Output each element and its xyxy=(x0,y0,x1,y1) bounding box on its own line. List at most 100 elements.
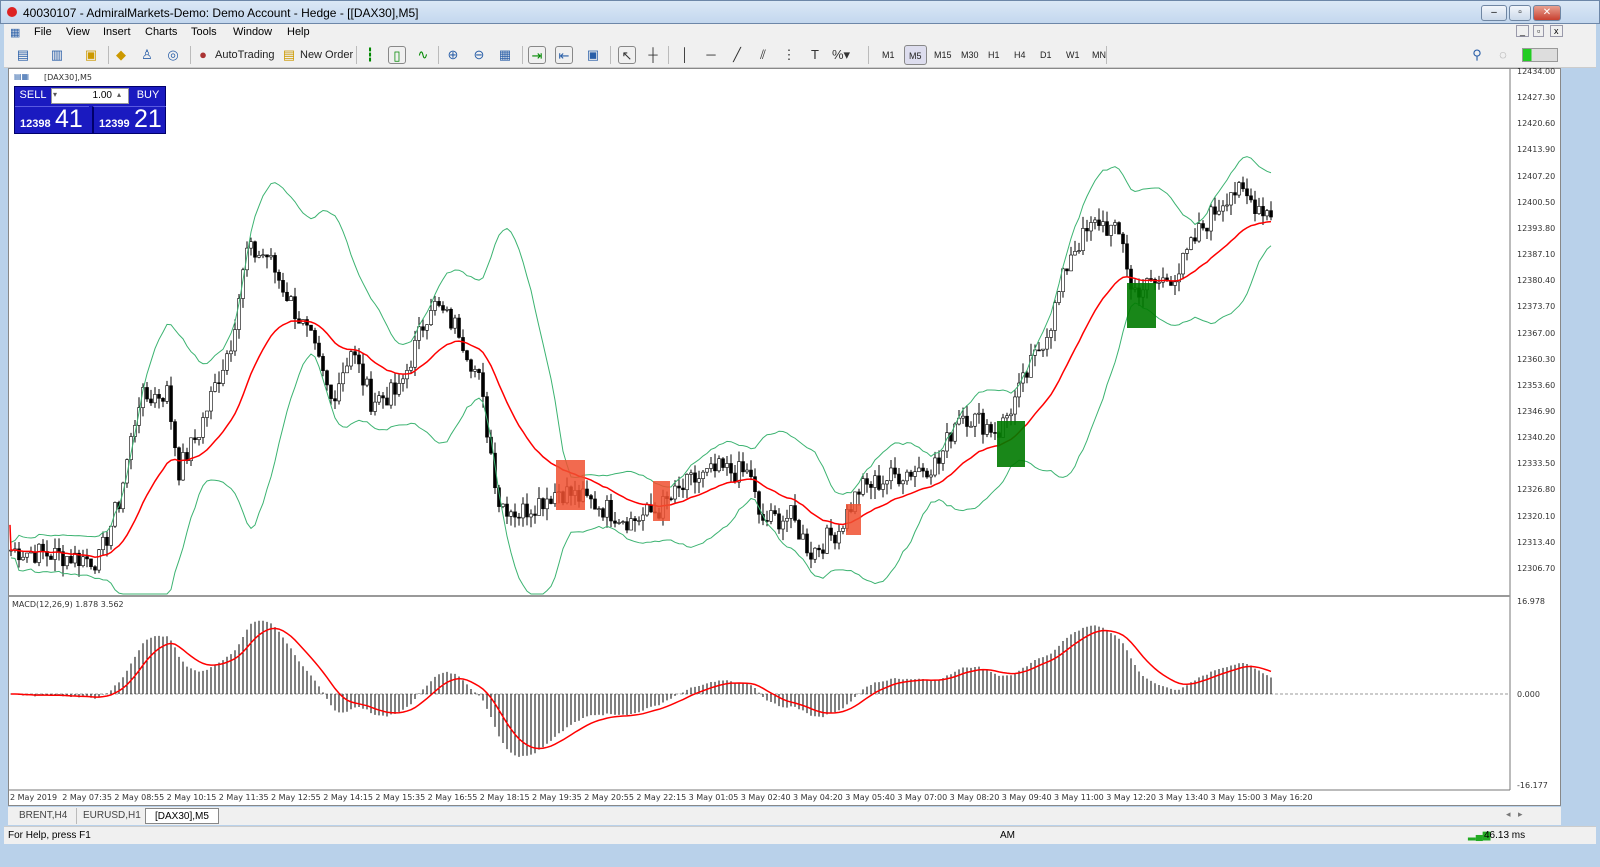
candle-body xyxy=(481,372,485,397)
time-axis-label: 2 May 15:35 xyxy=(375,793,426,802)
candle-body xyxy=(253,241,257,258)
candle-body xyxy=(549,498,553,504)
lot-increase-icon[interactable]: ▴ xyxy=(117,90,121,99)
candle-body xyxy=(1117,222,1121,235)
buy-zone-marker xyxy=(997,421,1025,467)
candle-body xyxy=(817,547,821,551)
price-axis-label: 12340.20 xyxy=(1517,433,1556,443)
candle-body xyxy=(329,384,333,399)
sell-button[interactable]: SELL xyxy=(16,89,50,101)
candle-body xyxy=(69,556,73,564)
status-bar: For Help, press F1 AM ▂▄▆ 46.13 ms xyxy=(4,826,1596,844)
candle-body xyxy=(741,461,745,473)
candle-body xyxy=(1073,251,1077,256)
sell-zone-marker xyxy=(556,460,585,510)
candle-body xyxy=(189,437,193,462)
sell-price[interactable]: 12398 41 xyxy=(15,105,89,133)
time-axis-label: 3 May 04:20 xyxy=(793,793,843,802)
buy-button[interactable]: BUY xyxy=(131,89,165,101)
candle-body xyxy=(181,452,185,481)
candle-body xyxy=(21,556,25,561)
candle-body xyxy=(905,471,909,482)
candle-body xyxy=(437,301,441,306)
candle-body xyxy=(713,463,717,472)
price-axis-label: 12413.90 xyxy=(1517,145,1556,155)
candle-body xyxy=(449,308,453,329)
candle-body xyxy=(769,510,773,522)
candle-body xyxy=(225,353,229,371)
time-axis-label: 2 May 2019 xyxy=(10,793,58,802)
candle-body xyxy=(829,527,833,536)
candle-body xyxy=(593,498,597,510)
candle-body xyxy=(857,491,861,495)
candle-body xyxy=(81,556,85,567)
candle-body xyxy=(801,533,805,540)
time-axis-label: 3 May 08:20 xyxy=(949,793,1000,802)
time-axis-label: 3 May 11:00 xyxy=(1054,793,1104,802)
buy-zone-marker xyxy=(1127,283,1156,328)
candle-body xyxy=(265,254,269,258)
candle-body xyxy=(317,342,321,357)
candle-body xyxy=(989,424,993,433)
candle-body xyxy=(25,552,29,558)
candle-body xyxy=(461,337,465,351)
bollinger-lower-line xyxy=(10,245,1272,595)
price-axis-label: 12427.30 xyxy=(1517,93,1556,103)
candle-body xyxy=(709,463,713,469)
candle-body xyxy=(1089,222,1093,232)
candle-body xyxy=(1197,223,1201,242)
candle-body xyxy=(1221,205,1225,212)
candle-body xyxy=(1213,206,1217,215)
candle-body xyxy=(257,255,261,258)
buy-price-prefix: 12399 xyxy=(99,118,130,130)
candle-body xyxy=(985,424,989,435)
lot-decrease-icon[interactable]: ▾ xyxy=(53,90,57,99)
candle-body xyxy=(153,394,157,404)
candle-body xyxy=(97,549,101,571)
sell-zone-marker xyxy=(846,504,861,535)
candle-body xyxy=(1269,210,1273,218)
bollinger-upper-line xyxy=(10,156,1272,543)
candle-body xyxy=(597,508,601,510)
time-axis-label: 3 May 07:00 xyxy=(897,793,948,802)
candle-body xyxy=(377,395,381,403)
candle-body xyxy=(309,324,313,331)
candle-body xyxy=(445,308,449,311)
candle-body xyxy=(533,513,537,516)
candle-body xyxy=(65,556,69,567)
tab-scroll-left-icon[interactable]: ◂ xyxy=(1506,809,1511,820)
candle-body xyxy=(305,319,309,326)
price-chart[interactable] xyxy=(0,0,1600,867)
candle-body xyxy=(925,470,929,478)
time-axis-label: 2 May 20:55 xyxy=(584,793,634,802)
tab-eurusd[interactable]: EURUSD,H1 xyxy=(74,808,151,824)
candle-body xyxy=(201,417,205,438)
candle-body xyxy=(1241,182,1245,190)
tab-brent[interactable]: BRENT,H4 xyxy=(10,808,78,824)
candle-body xyxy=(1229,192,1233,206)
time-axis-label: 2 May 22:15 xyxy=(636,793,687,802)
time-axis-label: 2 May 16:55 xyxy=(427,793,478,802)
candle-body xyxy=(1253,199,1257,214)
time-axis-label: 3 May 05:40 xyxy=(845,793,895,802)
candle-body xyxy=(1237,182,1241,196)
candle-body xyxy=(793,505,797,521)
candle-body xyxy=(385,397,389,406)
candle-body xyxy=(773,510,777,515)
tab-dax30[interactable]: [DAX30],M5 xyxy=(145,808,219,824)
candle-body xyxy=(865,478,869,485)
candle-body xyxy=(469,359,473,372)
candle-body xyxy=(625,521,629,531)
chart-symbol-icon: ▤▦ xyxy=(14,72,30,81)
candle-body xyxy=(365,378,369,386)
buy-price[interactable]: 12399 21 xyxy=(92,105,166,133)
candle-body xyxy=(1013,396,1017,415)
candle-body xyxy=(217,382,221,384)
price-axis-label: 12353.60 xyxy=(1517,380,1556,390)
candle-body xyxy=(93,566,97,571)
time-axis-label: 2 May 08:55 xyxy=(114,793,165,802)
sell-zone-marker xyxy=(653,481,670,521)
candle-body xyxy=(221,369,225,384)
candle-body xyxy=(781,520,785,530)
tab-scroll-right-icon[interactable]: ▸ xyxy=(1518,809,1523,820)
